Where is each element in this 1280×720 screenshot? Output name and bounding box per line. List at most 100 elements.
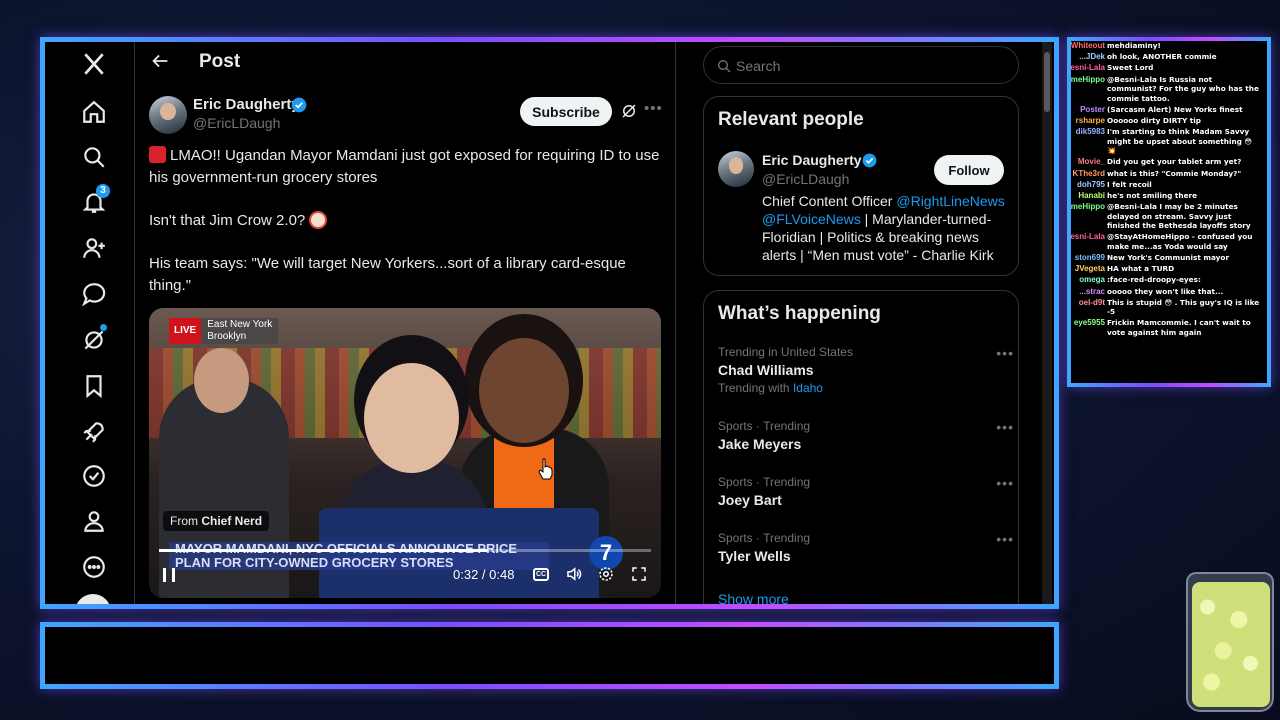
bell-icon[interactable]: 3 [80, 184, 110, 216]
chat-text: mehdiaminy! [1107, 41, 1161, 50]
source-name[interactable]: Chief Nerd [201, 514, 262, 528]
scroll-thumb[interactable] [1044, 52, 1050, 112]
chat-message: doh795 I felt recoil [1071, 180, 1267, 190]
settings-gear-icon[interactable] [597, 565, 615, 583]
chat-message: esni-Lala @StayAtHomeHippo - confused you… [1071, 232, 1267, 251]
trend-name: Tyler Wells [718, 548, 791, 564]
show-more-link[interactable]: Show more [718, 591, 789, 604]
chat-username[interactable]: _Movie [1071, 157, 1107, 167]
chat-username[interactable]: Hanabi [1071, 191, 1107, 201]
grok-explain-icon[interactable] [620, 102, 638, 120]
chat-username[interactable]: doh795 [1071, 180, 1107, 190]
trend-with: Trending with Idaho [718, 381, 1008, 395]
search-input[interactable] [736, 56, 1006, 76]
relevant-person-avatar[interactable] [718, 151, 754, 187]
profile-icon[interactable] [80, 507, 108, 535]
trend-meta: Sports · Trending [718, 531, 811, 545]
chat-message: strac... ooooo they won't like that... [1071, 287, 1267, 297]
chat-message: Hanabi he's not smiling there [1071, 191, 1267, 201]
grok-icon[interactable] [80, 324, 108, 354]
fullscreen-icon[interactable] [630, 565, 648, 583]
chat-username[interactable]: omega [1071, 275, 1107, 285]
trend-name: Chad Williams [718, 362, 814, 378]
author-name[interactable]: Eric Daugherty [193, 96, 300, 113]
chat-username[interactable]: oel-d9t [1071, 298, 1107, 317]
chat-username[interactable]: JDek... [1071, 52, 1107, 62]
lower-panel [45, 627, 1054, 684]
captions-icon[interactable]: CC [533, 568, 549, 581]
relevant-person-handle[interactable]: @EricLDaugh [762, 171, 849, 187]
post-paragraph-3: His team says: "We will target New Yorke… [149, 255, 626, 294]
account-avatar[interactable] [75, 594, 111, 604]
chat-text: oh look, ANOTHER commie [1107, 52, 1217, 62]
search-icon [716, 58, 732, 74]
chat-username[interactable]: meHippo [1071, 75, 1107, 104]
chat-username[interactable]: meHippo [1071, 202, 1107, 231]
bookmark-icon[interactable] [80, 372, 108, 400]
rocket-icon[interactable] [80, 418, 108, 446]
bio-link-rightlinenews[interactable]: @RightLineNews [896, 193, 1004, 209]
trend-item[interactable]: Sports · Trending Tyler Wells ••• [718, 531, 1013, 564]
video-progress-bar[interactable] [159, 549, 651, 552]
x-logo-icon[interactable] [80, 50, 108, 78]
search-nav-icon[interactable] [80, 143, 108, 171]
verified-badge-icon [862, 153, 877, 168]
chat-icon[interactable] [80, 280, 108, 308]
subscribe-button[interactable]: Subscribe [520, 97, 612, 126]
chat-message: meHippo @Besni-Lala Is Russia not communi… [1071, 75, 1267, 104]
live-tag: LIVE [169, 318, 202, 344]
more-options-icon[interactable]: ••• [644, 100, 662, 118]
chat-username[interactable]: Poster [1071, 105, 1107, 115]
verified-badge-icon [291, 97, 307, 113]
trend-more-icon[interactable]: ••• [996, 345, 1014, 361]
post-paragraph-1: LMAO!! Ugandan Mayor Mamdani just got ex… [149, 147, 660, 186]
chat-username[interactable]: rsharpe [1071, 116, 1107, 126]
pause-icon[interactable] [163, 568, 175, 582]
video-person-left-head [194, 348, 249, 413]
siren-emoji-icon [149, 146, 166, 163]
trend-item[interactable]: Trending in United States Chad Williams … [718, 345, 1013, 395]
chat-text: @Besni-Lala I may be 2 minutes delayed o… [1107, 202, 1251, 231]
trend-item[interactable]: Sports · Trending Joey Bart ••• [718, 475, 1013, 508]
people-icon[interactable] [80, 234, 108, 262]
chat-username[interactable]: strac... [1071, 287, 1107, 297]
chat-username[interactable]: Whiteout [1071, 41, 1107, 51]
relevant-person-name[interactable]: Eric Daugherty [762, 152, 862, 168]
follow-button[interactable]: Follow [934, 155, 1004, 185]
search-box[interactable] [703, 46, 1019, 84]
trend-more-icon[interactable]: ••• [996, 419, 1014, 435]
chat-message: Whiteout mehdiaminy! [1071, 41, 1267, 51]
page-scrollbar[interactable] [1042, 42, 1052, 604]
video-person-right-head [479, 338, 569, 443]
trend-item[interactable]: Sports · Trending Jake Meyers ••• [718, 419, 1013, 452]
trend-more-icon[interactable]: ••• [996, 531, 1014, 547]
chat-username[interactable]: esni-Lala [1071, 232, 1107, 251]
more-circle-icon[interactable] [80, 553, 108, 581]
verified-icon[interactable] [80, 462, 108, 490]
trend-meta: Trending in United States [718, 345, 853, 359]
chat-username[interactable]: dik5983 [1071, 127, 1107, 156]
notification-badge: 3 [96, 184, 110, 198]
right-sidebar: Relevant people Eric Daugherty @EricLDau… [676, 42, 1054, 604]
author-avatar[interactable] [149, 96, 187, 134]
chat-username[interactable]: esni-Lala [1071, 63, 1107, 73]
chat-username[interactable]: eye5955 [1071, 318, 1107, 337]
source-attribution[interactable]: From Chief Nerd [163, 511, 270, 531]
chat-text: (Sarcasm Alert) New Yorks finest [1107, 104, 1243, 114]
home-icon[interactable] [80, 98, 108, 126]
trend-with-link[interactable]: Idaho [793, 381, 823, 395]
news-chyron: MAYOR MAMDANI, NYC OFFICIALS ANNOUNCE PR… [169, 542, 549, 570]
chat-username[interactable]: ston699 [1071, 253, 1107, 263]
bio-link-flvoicenews[interactable]: @FLVoiceNews [762, 211, 861, 227]
chat-username[interactable]: JVegeta [1071, 264, 1107, 274]
author-handle[interactable]: @EricLDaugh [193, 115, 280, 131]
relevant-people-card: Relevant people Eric Daugherty @EricLDau… [703, 96, 1019, 276]
page-title: Post [199, 51, 241, 72]
back-arrow-icon[interactable] [149, 50, 171, 72]
video-person-center-head [364, 363, 459, 473]
video-player[interactable]: LIVE East New York Brooklyn From Chief N… [149, 308, 661, 598]
volume-icon[interactable] [565, 565, 583, 583]
trend-more-icon[interactable]: ••• [996, 475, 1014, 491]
chat-text: HA what a TURD [1107, 264, 1175, 274]
chat-username[interactable]: KThe3rd [1071, 169, 1107, 179]
